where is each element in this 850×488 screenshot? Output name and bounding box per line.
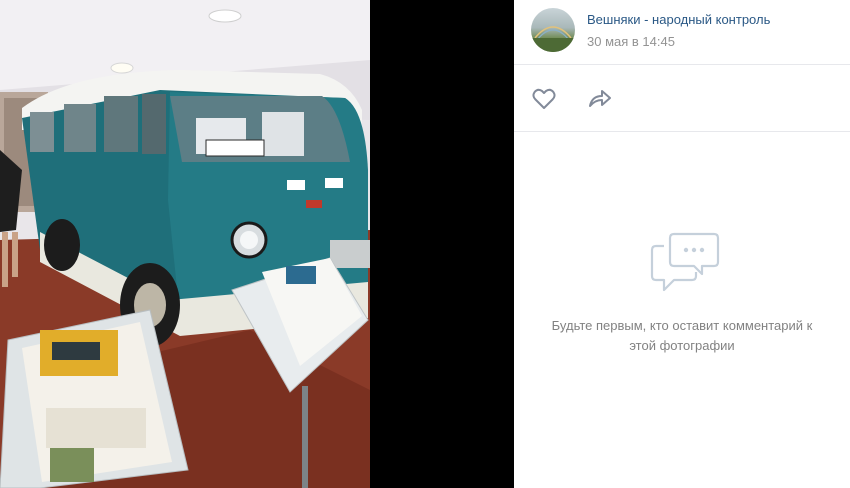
empty-comments-text: Будьте первым, кто оставит комментарий к… [551,318,813,353]
share-arrow-icon [589,90,611,107]
info-panel: Вешняки - народный контроль 30 мая в 14:… [514,0,850,488]
community-avatar[interactable] [531,8,575,52]
author-name-link[interactable]: Вешняки - народный контроль [587,12,770,27]
author-header: Вешняки - народный контроль 30 мая в 14:… [514,0,850,65]
post-date[interactable]: 30 мая в 14:45 [587,34,675,49]
post-actions [514,65,850,132]
share-button[interactable] [586,85,614,113]
like-button[interactable] [530,85,558,113]
comment-bubbles-icon [650,228,720,294]
photo-area[interactable] [0,0,514,488]
heart-icon [532,88,556,109]
photo-viewer: Вешняки - народный контроль 30 мая в 14:… [0,0,850,488]
comments-section: Будьте первым, кто оставит комментарий к… [514,132,850,488]
photo[interactable] [0,0,370,488]
